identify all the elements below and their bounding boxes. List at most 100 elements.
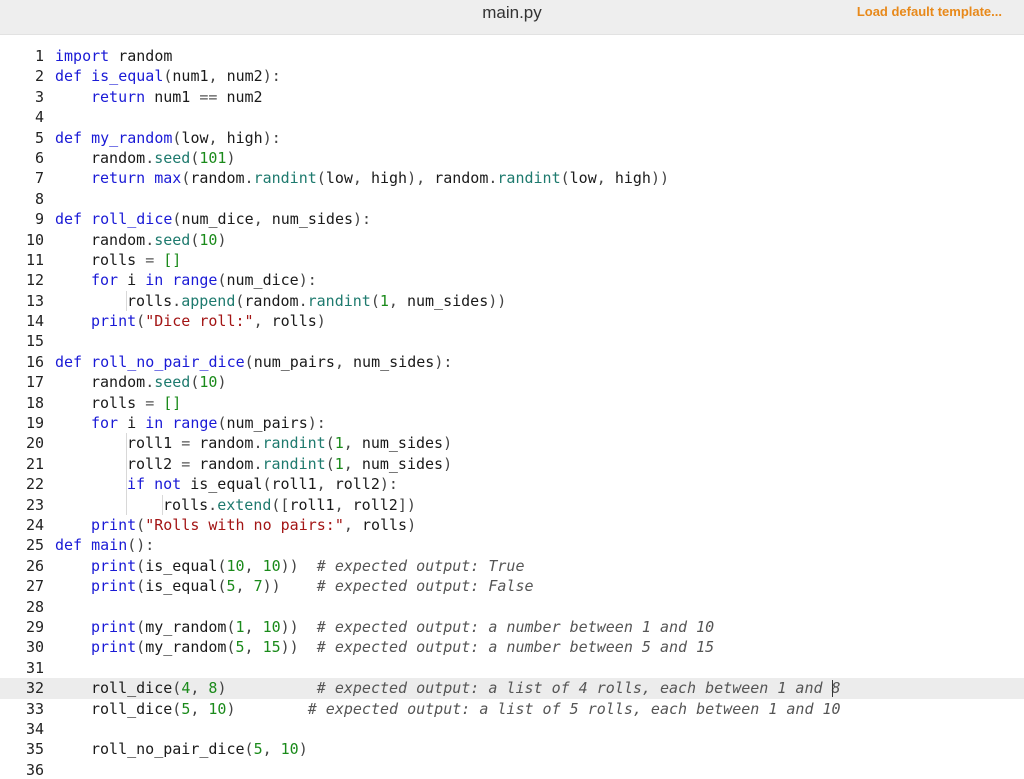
code-line[interactable]: 3 return num1 == num2: [0, 87, 1024, 107]
code-text: print(my_random(1, 10)) # expected outpu…: [91, 617, 714, 637]
line-number: 19: [25, 414, 44, 433]
code-line[interactable]: 28: [0, 597, 1024, 617]
code-token: ): [443, 454, 453, 473]
code-line[interactable]: 31: [0, 658, 1024, 678]
code-token: )): [280, 556, 299, 575]
code-line[interactable]: 29 print(my_random(1, 10)) # expected out…: [0, 617, 1024, 637]
code-text: random.seed(10): [91, 230, 226, 250]
line-number: 10: [25, 230, 44, 249]
code-line[interactable]: 30 print(my_random(5, 15)) # expected out…: [0, 637, 1024, 657]
code-line[interactable]: 7 return max(random.randint(low, high), r…: [0, 168, 1024, 188]
load-default-template-link[interactable]: Load default template...: [857, 4, 1002, 19]
code-token: in: [145, 271, 164, 290]
code-token: main: [91, 536, 128, 555]
code-line[interactable]: 6 random.seed(101): [0, 148, 1024, 168]
code-text: roll2 = random.randint(1, num_sides): [127, 454, 452, 474]
code-token: (: [136, 515, 146, 534]
code-line[interactable]: 32 roll_dice(4, 8) # expected output: a l…: [0, 678, 1024, 699]
code-token: random: [91, 148, 146, 167]
code-text: print("Dice roll:", rolls): [91, 311, 326, 331]
code-token: ,: [334, 352, 354, 371]
code-line[interactable]: 35 roll_no_pair_dice(5, 10): [0, 739, 1024, 759]
code-token: .: [145, 230, 155, 249]
code-text: print(is_equal(10, 10)) # expected outpu…: [91, 556, 525, 576]
code-line[interactable]: 10 random.seed(10): [0, 230, 1024, 250]
code-token: 7: [253, 577, 263, 596]
code-token: rolls: [91, 393, 146, 412]
code-token: random: [91, 230, 146, 249]
code-token: seed: [154, 373, 191, 392]
code-line[interactable]: 21 roll2 = random.randint(1, num_sides): [0, 453, 1024, 475]
code-token: num_sides: [361, 454, 444, 473]
code-token: (: [316, 169, 326, 188]
code-line[interactable]: 26 print(is_equal(10, 10)) # expected out…: [0, 556, 1024, 576]
code-token: rolls: [271, 312, 317, 331]
code-text: random.seed(101): [91, 148, 236, 168]
code-line[interactable]: 23 rolls.extend([roll1, roll2]): [0, 494, 1024, 515]
code-line[interactable]: 18 rolls = []: [0, 393, 1024, 413]
code-line[interactable]: 4: [0, 107, 1024, 127]
code-token: random: [190, 454, 254, 473]
line-number: 30: [25, 638, 44, 657]
code-line[interactable]: 14 print("Dice roll:", rolls): [0, 311, 1024, 331]
line-number: 16: [25, 352, 44, 371]
code-token: high: [370, 169, 408, 188]
code-line[interactable]: 20 roll1 = random.randint(1, num_sides): [0, 433, 1024, 454]
code-text: return max(random.randint(low, high), ra…: [91, 168, 669, 188]
code-token: ,: [244, 556, 263, 575]
code-token: print: [91, 577, 137, 596]
code-token: ,: [352, 169, 371, 188]
code-token: ,: [388, 291, 407, 310]
code-line[interactable]: 34: [0, 719, 1024, 739]
text-cursor: [832, 680, 833, 698]
code-line[interactable]: 16 def roll_no_pair_dice(num_pairs, num_s…: [0, 352, 1024, 372]
line-number: 15: [25, 332, 44, 351]
code-line[interactable]: 22 if not is_equal(roll1, roll2):: [0, 474, 1024, 495]
code-text: roll_no_pair_dice(5, 10): [91, 739, 308, 759]
code-line[interactable]: 2 def is_equal(num1, num2):: [0, 66, 1024, 86]
code-line[interactable]: 5 def my_random(low, high):: [0, 128, 1024, 148]
code-line[interactable]: 15: [0, 331, 1024, 351]
code-token: extend: [217, 495, 272, 514]
code-token: =: [181, 454, 191, 473]
code-editor[interactable]: 1 import random 2 def is_equal(num1, num2):…: [0, 46, 1024, 779]
code-line[interactable]: 17 random.seed(10): [0, 372, 1024, 392]
code-line[interactable]: 11 rolls = []: [0, 250, 1024, 270]
code-token: roll_dice: [91, 699, 173, 718]
code-token: def: [55, 536, 83, 555]
code-token: high: [226, 128, 263, 147]
code-line[interactable]: 13 rolls.append(random.randint(1, num_sid…: [0, 290, 1024, 312]
code-token: (: [244, 352, 254, 371]
code-line[interactable]: 25 def main():: [0, 535, 1024, 555]
code-token: num1: [172, 67, 209, 86]
code-text: print("Rolls with no pairs:", rolls): [91, 515, 416, 535]
line-number: 9: [34, 210, 44, 229]
code-line[interactable]: 36: [0, 760, 1024, 779]
code-token: ,: [208, 128, 227, 147]
code-token: 1: [379, 291, 389, 310]
code-token: print: [91, 556, 137, 575]
line-number: 13: [25, 291, 44, 310]
code-token: roll2: [352, 495, 398, 514]
code-token: num_sides: [361, 434, 444, 453]
code-token: i: [118, 271, 146, 290]
code-line[interactable]: 12 for i in range(num_dice):: [0, 270, 1024, 290]
code-line[interactable]: 24 print("Rolls with no pairs:", rolls): [0, 515, 1024, 535]
code-line[interactable]: 1 import random: [0, 46, 1024, 66]
code-line[interactable]: 8: [0, 189, 1024, 209]
code-token: (: [370, 291, 380, 310]
code-token: return: [91, 87, 146, 106]
code-token: def: [55, 210, 83, 229]
code-token: # expected output: True: [316, 556, 525, 575]
code-line[interactable]: 27 print(is_equal(5, 7)) # expected outpu…: [0, 576, 1024, 596]
code-token: (: [181, 169, 191, 188]
code-line[interactable]: 9 def roll_dice(num_dice, num_sides):: [0, 209, 1024, 229]
code-line[interactable]: 19 for i in range(num_pairs):: [0, 413, 1024, 433]
code-token: ,: [343, 515, 362, 534]
code-token: ,: [244, 617, 263, 636]
code-token: )): [650, 169, 669, 188]
code-line[interactable]: 33 roll_dice(5, 10) # expected output: a …: [0, 699, 1024, 719]
